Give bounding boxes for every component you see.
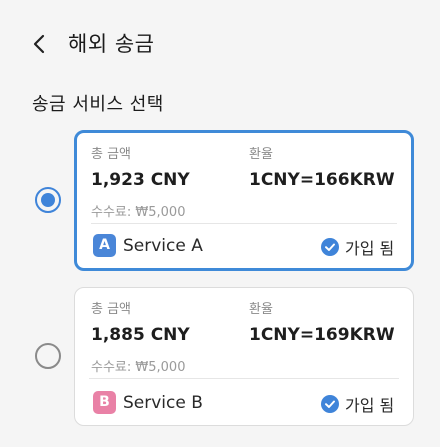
exchange-rate-value: 1CNY=166KRW (249, 170, 395, 190)
service-badge-b: B (93, 391, 116, 414)
total-amount-label: 총 금액 (91, 302, 132, 317)
service-card-b[interactable]: 총 금액 환율 1,885 CNY 1CNY=169KRW 수수료: ₩5,00… (74, 287, 414, 426)
check-circle-icon (321, 395, 339, 413)
joined-status-text: 가입 됨 (345, 396, 395, 415)
service-a-radio[interactable] (35, 187, 61, 213)
service-card-a[interactable]: 총 금액 환율 1,923 CNY 1CNY=166KRW 수수료: ₩5,00… (74, 130, 414, 271)
back-button[interactable] (22, 26, 58, 62)
exchange-rate-label: 환율 (249, 147, 273, 162)
joined-status: 가입 됨 (321, 235, 394, 259)
joined-status-text: 가입 됨 (345, 239, 395, 258)
total-amount-value: 1,885 CNY (91, 325, 190, 345)
check-circle-icon (321, 238, 339, 256)
service-name: Service B (123, 393, 203, 413)
exchange-rate-value: 1CNY=169KRW (249, 325, 395, 345)
fee-text: 수수료: ₩5,000 (91, 360, 186, 375)
chevron-left-icon (33, 34, 45, 54)
page-title: 해외 송금 (68, 32, 155, 56)
joined-status: 가입 됨 (321, 392, 394, 416)
total-amount-value: 1,923 CNY (91, 170, 190, 190)
remittance-page: 해외 송금 송금 서비스 선택 총 금액 환율 1,923 CNY 1CNY=1… (0, 0, 440, 447)
card-divider (89, 378, 399, 379)
fee-text: 수수료: ₩5,000 (91, 205, 186, 220)
card-divider (91, 223, 397, 224)
service-badge-a: A (93, 234, 116, 257)
total-amount-label: 총 금액 (91, 147, 132, 162)
app-header: 해외 송금 (0, 0, 440, 86)
service-b-radio[interactable] (35, 343, 61, 369)
exchange-rate-label: 환율 (249, 302, 273, 317)
service-name: Service A (123, 236, 203, 256)
section-title: 송금 서비스 선택 (32, 94, 164, 115)
